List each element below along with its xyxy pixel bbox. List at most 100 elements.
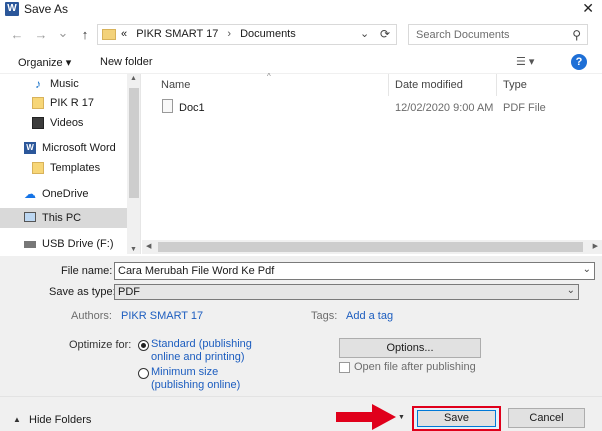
help-icon[interactable]: ? (571, 54, 587, 70)
sort-ascending-icon: ^ (267, 72, 271, 81)
column-header-type[interactable]: Type (503, 79, 527, 91)
sidebar-item-label: OneDrive (42, 188, 89, 200)
recent-locations-icon[interactable]: ⌄ (56, 25, 70, 41)
sidebar-scrollbar[interactable]: ▲ ▼ (127, 74, 140, 254)
folder-icon (102, 29, 116, 40)
file-name-value: Cara Merubah File Word Ke Pdf (118, 265, 275, 277)
file-name-input[interactable]: Cara Merubah File Word Ke Pdf ⌄ (114, 262, 595, 280)
title-bar: W Save As ✕ (0, 0, 602, 18)
optimize-standard-label[interactable]: Standard (publishing online and printing… (151, 338, 252, 364)
hide-folders-button[interactable]: Hide Folders (29, 414, 91, 426)
optimize-standard-line-2: online and printing) (151, 351, 245, 363)
table-row[interactable]: Doc1 12/02/2020 9:00 AM PDF File (142, 98, 602, 118)
sidebar-item-label: USB Drive (F:) (42, 238, 114, 250)
save-button-label: Save (417, 410, 496, 427)
sidebar-item-label: Videos (50, 117, 84, 129)
chevron-down-icon[interactable]: ⌄ (567, 285, 575, 296)
file-list-scrollbar[interactable]: ◀ ▶ (142, 240, 602, 254)
view-options-icon[interactable]: ☰ ▾ (516, 55, 534, 68)
optimize-label: Optimize for: (69, 339, 132, 351)
save-dropdown-icon[interactable]: ▼ (398, 414, 405, 421)
scrollbar-thumb[interactable] (129, 88, 139, 198)
sidebar-item-usb-drive[interactable]: USB Drive (F:) (0, 234, 127, 254)
file-name: Doc1 (179, 102, 205, 114)
sidebar-item-music[interactable]: ♪ Music (0, 74, 127, 94)
scroll-down-icon[interactable]: ▼ (130, 246, 137, 253)
breadcrumb-documents[interactable]: Documents (240, 28, 296, 40)
options-button[interactable]: Options... (339, 338, 481, 358)
search-placeholder: Search Documents (416, 29, 510, 41)
save-as-type-value: PDF (118, 286, 140, 298)
folder-icon (32, 97, 44, 109)
usb-drive-icon (24, 241, 36, 248)
optimize-minimum-line-1: Minimum size (151, 366, 219, 378)
file-date: 12/02/2020 9:00 AM (395, 102, 494, 114)
file-name-label: File name: (61, 265, 113, 277)
scrollbar-thumb[interactable] (158, 242, 583, 252)
optimize-standard-line-1: Standard (publishing (151, 338, 252, 350)
open-after-publishing-label[interactable]: Open file after publishing (354, 361, 476, 373)
search-icon[interactable]: ⚲ (572, 28, 581, 42)
cloud-icon: ☁ (24, 187, 36, 201)
new-folder-button[interactable]: New folder (100, 56, 153, 68)
sidebar-item-label: This PC (42, 212, 82, 224)
authors-value[interactable]: PIKR SMART 17 (121, 310, 203, 322)
tags-value[interactable]: Add a tag (346, 310, 393, 322)
tags-label: Tags: (311, 310, 338, 322)
footer-divider (0, 396, 602, 397)
toolbar: Organize ▾ New folder ☰ ▾ ? (0, 52, 602, 74)
column-divider[interactable] (496, 74, 497, 96)
authors-label: Authors: (71, 310, 112, 322)
scroll-right-icon[interactable]: ▶ (593, 242, 598, 250)
search-input[interactable]: Search Documents ⚲ (408, 24, 588, 45)
sidebar-item-label: Templates (50, 162, 101, 174)
navigation-bar: ← → ⌄ ↑ « PIKR SMART 17 › Documents ⌄ ⟳ … (0, 22, 602, 48)
breadcrumb-pikr-smart[interactable]: PIKR SMART 17 (136, 28, 218, 40)
sidebar-item-onedrive[interactable]: ☁ OneDrive (0, 184, 127, 204)
word-icon: W (24, 142, 36, 154)
red-arrow-annotation (336, 404, 396, 430)
sidebar-item-label: Music (50, 78, 79, 90)
sidebar-item-videos[interactable]: Videos (0, 113, 127, 133)
save-options-panel: File name: Cara Merubah File Word Ke Pdf… (0, 256, 602, 431)
forward-arrow-icon[interactable]: → (34, 27, 48, 42)
chevron-down-icon[interactable]: ⌄ (583, 264, 591, 275)
chevron-right-icon[interactable]: › (227, 28, 231, 40)
video-icon (32, 117, 44, 129)
close-icon[interactable]: ✕ (582, 0, 594, 17)
address-bar[interactable]: « PIKR SMART 17 › Documents ⌄ ⟳ (97, 24, 397, 45)
music-icon: ♪ (35, 77, 41, 91)
column-header-name[interactable]: Name (161, 79, 190, 91)
navigation-pane: ♪ Music PIK R 17 Videos W Microsoft Word… (0, 74, 141, 254)
breadcrumb-overflow[interactable]: « (121, 28, 127, 40)
folder-icon (32, 162, 44, 174)
up-arrow-icon[interactable]: ↑ (78, 27, 92, 42)
file-list: ^ Name Date modified Type Doc1 12/02/202… (142, 72, 602, 254)
column-divider[interactable] (388, 74, 389, 96)
refresh-icon[interactable]: ⟳ (380, 27, 390, 41)
chevron-down-icon[interactable]: ⌄ (360, 27, 369, 40)
save-as-type-select[interactable]: PDF ⌄ (114, 284, 579, 300)
optimize-standard-radio[interactable] (138, 340, 149, 351)
scroll-up-icon[interactable]: ▲ (130, 75, 137, 82)
organize-button[interactable]: Organize ▾ (18, 56, 71, 69)
open-after-publishing-checkbox[interactable] (339, 362, 350, 373)
chevron-up-icon[interactable]: ▲ (13, 415, 21, 424)
pdf-file-icon (162, 99, 173, 113)
back-arrow-icon[interactable]: ← (10, 27, 24, 42)
save-button[interactable]: Save (412, 406, 501, 431)
sidebar-item-pik-r-17[interactable]: PIK R 17 (0, 93, 127, 113)
sidebar-item-this-pc[interactable]: This PC (0, 208, 127, 228)
breadcrumb: « PIKR SMART 17 › Documents (121, 28, 296, 40)
sidebar-item-templates[interactable]: Templates (0, 158, 127, 178)
column-header-date[interactable]: Date modified (395, 79, 463, 91)
save-as-type-label: Save as type: (49, 286, 116, 298)
scroll-left-icon[interactable]: ◀ (146, 242, 151, 250)
sidebar-item-label: PIK R 17 (50, 97, 95, 109)
optimize-minimum-label[interactable]: Minimum size (publishing online) (151, 366, 240, 392)
pc-icon (24, 212, 36, 222)
optimize-minimum-radio[interactable] (138, 368, 149, 379)
cancel-button[interactable]: Cancel (508, 408, 585, 428)
window-title: Save As (24, 2, 69, 16)
sidebar-item-microsoft-word[interactable]: W Microsoft Word (0, 138, 127, 158)
